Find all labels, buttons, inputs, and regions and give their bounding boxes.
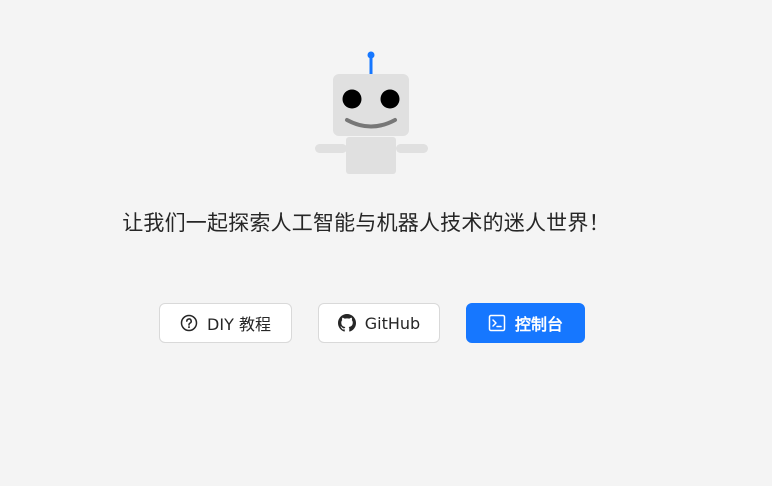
github-label: GitHub	[364, 313, 421, 333]
terminal-icon	[488, 314, 506, 332]
github-icon	[337, 314, 356, 332]
diy-tutorial-label: DIY 教程	[207, 315, 271, 334]
console-label: 控制台	[514, 315, 563, 334]
robot-icon	[315, 51, 428, 174]
console-button[interactable]: 控制台	[466, 303, 585, 343]
tagline: 让我们一起探索人工智能与机器人技术的迷人世界！	[122, 211, 610, 235]
diy-tutorial-button[interactable]: DIY 教程	[159, 303, 292, 343]
github-button[interactable]: GitHub	[318, 303, 440, 343]
question-circle-icon	[180, 314, 198, 332]
action-buttons: DIY 教程 GitHub 控制台	[159, 303, 585, 343]
robot-illustration	[312, 48, 432, 178]
